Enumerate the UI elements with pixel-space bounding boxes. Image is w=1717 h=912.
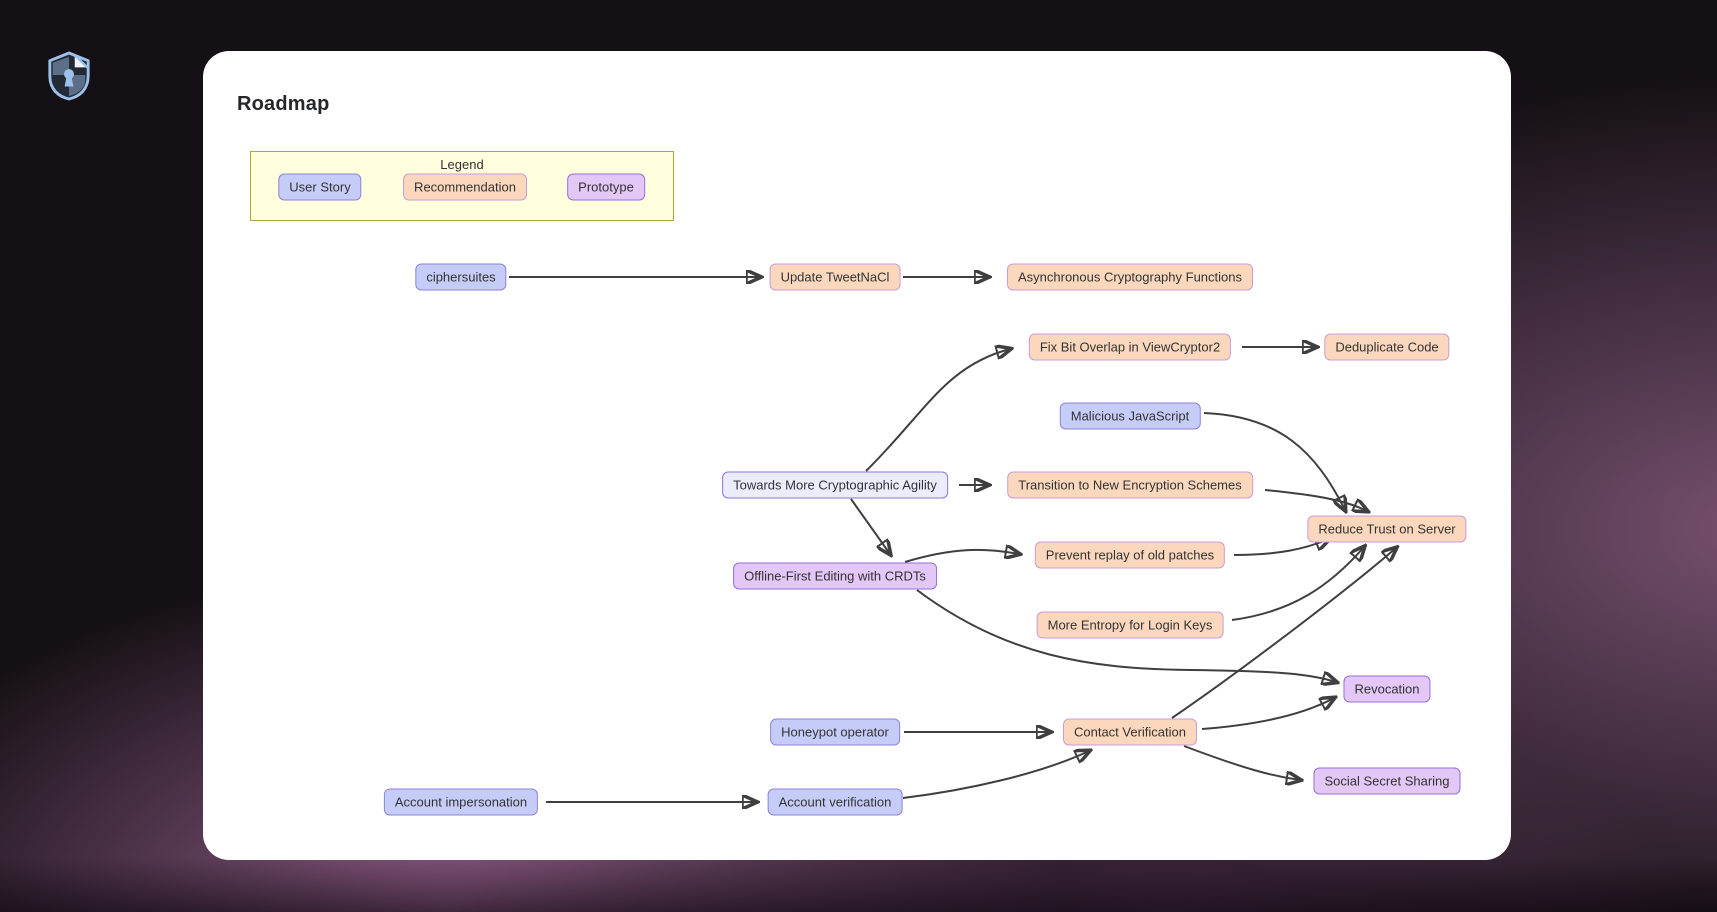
- node-prevent-replay: Prevent replay of old patches: [1035, 542, 1225, 569]
- node-account-impersonation: Account impersonation: [384, 789, 538, 816]
- node-offline-first-crdt: Offline-First Editing with CRDTs: [733, 563, 937, 590]
- legend-item-prototype: Prototype: [567, 174, 645, 201]
- node-more-entropy: More Entropy for Login Keys: [1037, 612, 1224, 639]
- node-social-secret-sharing: Social Secret Sharing: [1313, 768, 1460, 795]
- node-malicious-javascript: Malicious JavaScript: [1060, 403, 1201, 430]
- shield-lock-document-icon[interactable]: [46, 50, 92, 102]
- legend-item-recommendation: Recommendation: [403, 174, 527, 201]
- node-crypto-agility: Towards More Cryptographic Agility: [722, 472, 948, 499]
- node-contact-verification: Contact Verification: [1063, 719, 1197, 746]
- node-honeypot-operator: Honeypot operator: [770, 719, 900, 746]
- page-title: Roadmap: [237, 93, 330, 116]
- legend-item-user-story: User Story: [278, 174, 361, 201]
- node-reduce-trust-server: Reduce Trust on Server: [1307, 516, 1466, 543]
- legend-title: Legend: [251, 157, 673, 172]
- node-transition-encryption: Transition to New Encryption Schemes: [1007, 472, 1253, 499]
- node-async-crypto: Asynchronous Cryptography Functions: [1007, 264, 1253, 291]
- node-update-tweetnacl: Update TweetNaCl: [770, 264, 901, 291]
- node-deduplicate-code: Deduplicate Code: [1324, 334, 1449, 361]
- node-revocation: Revocation: [1343, 676, 1430, 703]
- node-account-verification: Account verification: [768, 789, 903, 816]
- node-ciphersuites: ciphersuites: [415, 264, 506, 291]
- node-fix-bit-overlap: Fix Bit Overlap in ViewCryptor2: [1029, 334, 1231, 361]
